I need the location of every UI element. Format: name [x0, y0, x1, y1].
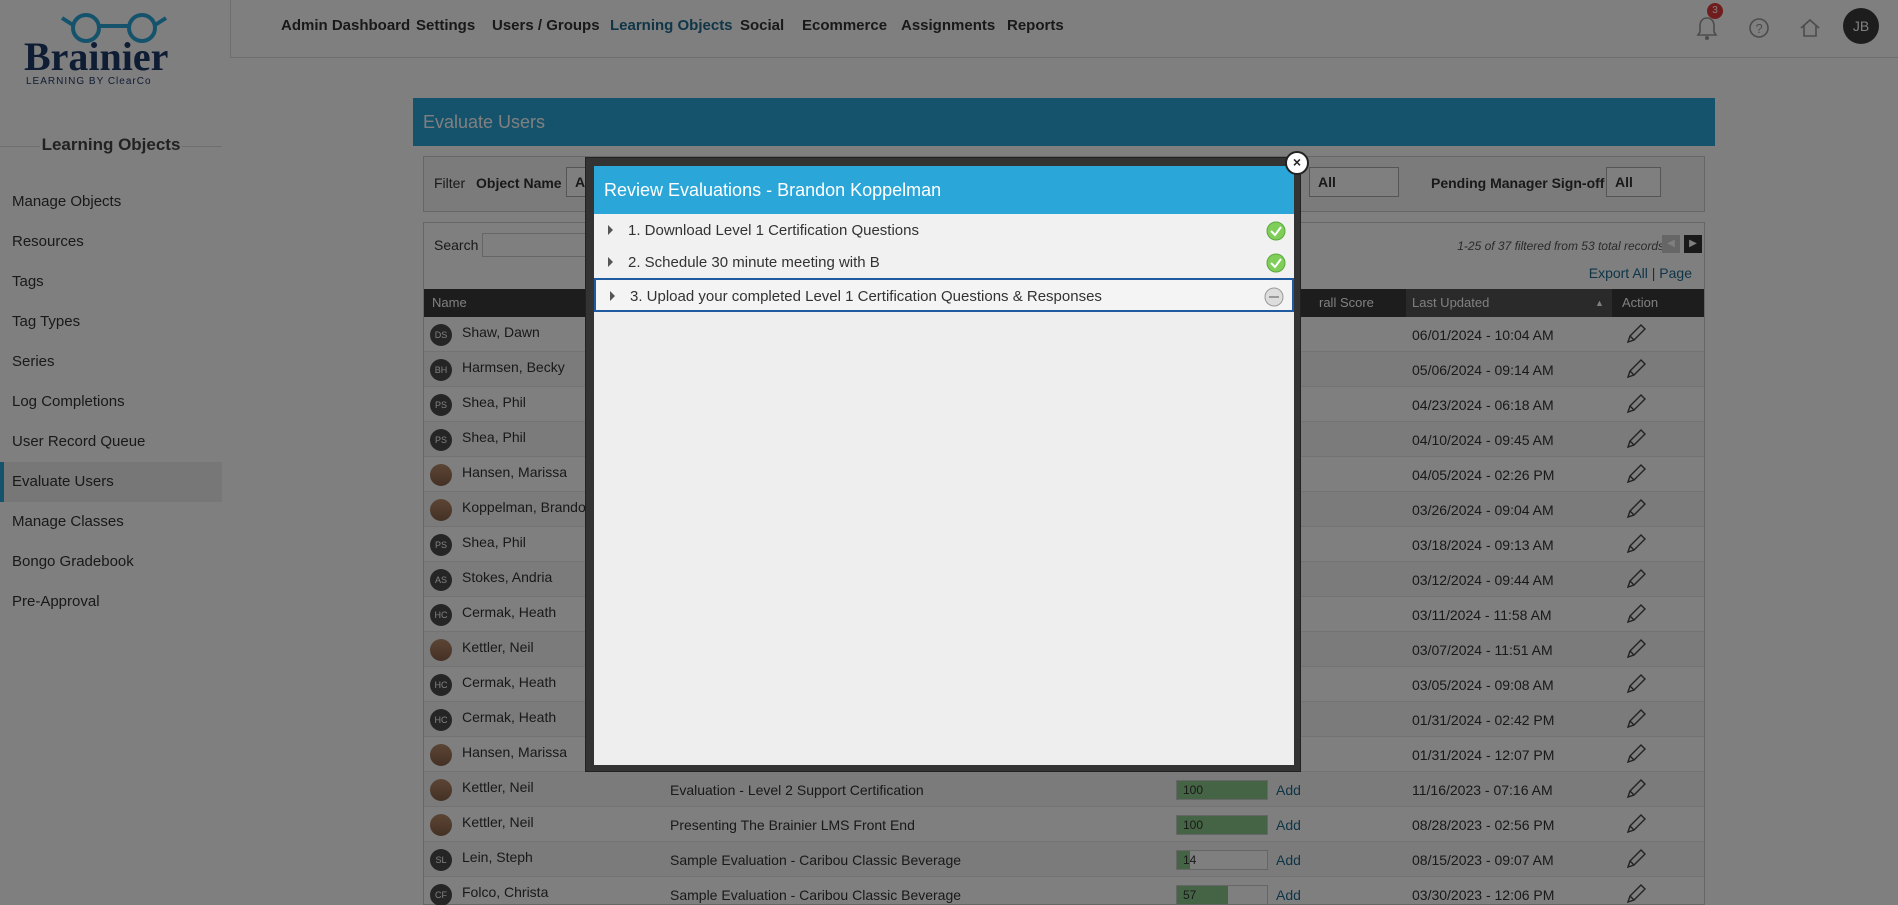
evaluation-item-label: 1. Download Level 1 Certification Questi… [628, 222, 919, 239]
modal-close-button[interactable]: × [1285, 151, 1309, 175]
expand-arrow-icon[interactable] [610, 291, 615, 301]
expand-arrow-icon[interactable] [608, 225, 613, 235]
modal-body: Review Evaluations - Brandon Koppelman 1… [594, 166, 1294, 765]
evaluation-item[interactable]: 2. Schedule 30 minute meeting with B [594, 246, 1294, 280]
check-circle-icon [1266, 253, 1286, 273]
expand-arrow-icon[interactable] [608, 257, 613, 267]
review-evaluations-modal: Review Evaluations - Brandon Koppelman 1… [585, 157, 1301, 772]
modal-title: Review Evaluations - Brandon Koppelman [594, 166, 1294, 214]
check-circle-icon [1266, 221, 1286, 241]
evaluation-item-label: 2. Schedule 30 minute meeting with B [628, 254, 880, 271]
page: Brainier LEARNING BY ClearCo Learning Ob… [0, 0, 1898, 905]
evaluation-item[interactable]: 1. Download Level 1 Certification Questi… [594, 214, 1294, 248]
pending-circle-icon [1264, 287, 1284, 307]
evaluation-item-label: 3. Upload your completed Level 1 Certifi… [630, 288, 1102, 305]
evaluation-item[interactable]: 3. Upload your completed Level 1 Certifi… [594, 278, 1294, 312]
